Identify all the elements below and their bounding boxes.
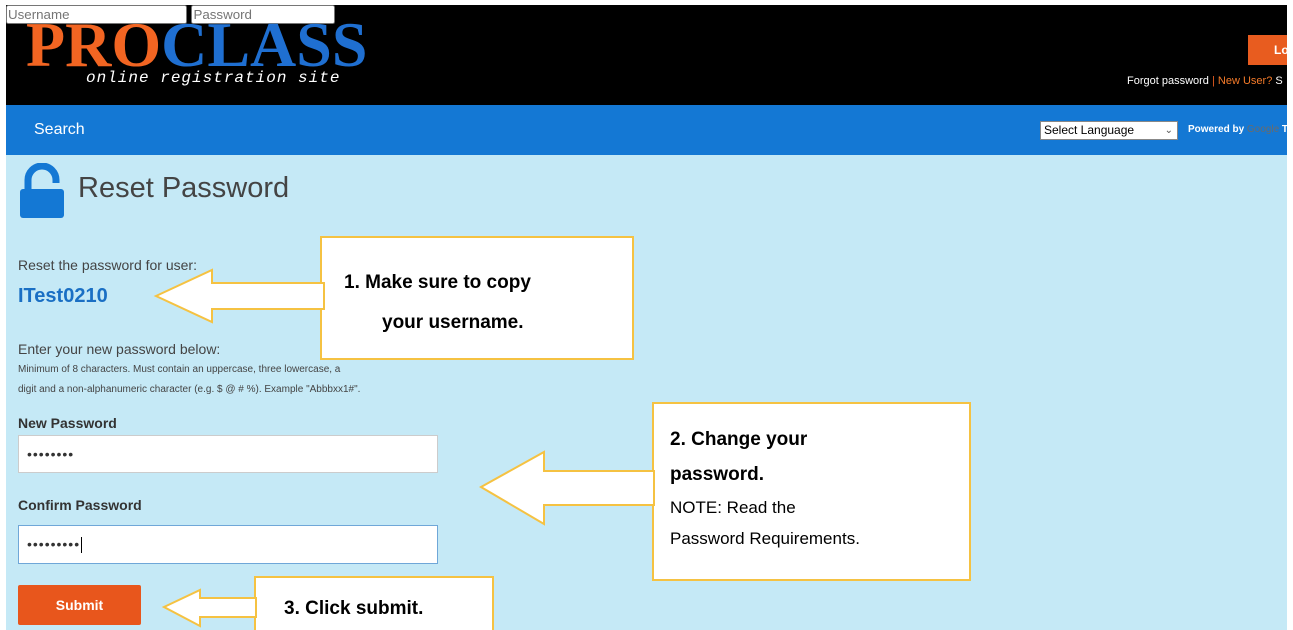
- proclass-logo[interactable]: PROCLASS online registration site: [26, 13, 426, 93]
- callout-2-line1: 2. Change your: [670, 429, 808, 450]
- callout-2-line2: password.: [670, 464, 764, 485]
- confirm-password-label: Confirm Password: [18, 497, 142, 513]
- chevron-down-icon: ⌄: [1164, 125, 1173, 136]
- forgot-password-link[interactable]: Forgot password: [1127, 75, 1209, 87]
- language-select[interactable]: Select Language ⌄: [1040, 121, 1178, 140]
- language-select-value: Select Language: [1044, 123, 1135, 137]
- callout-click-submit: 3. Click submit.: [254, 576, 494, 630]
- enter-password-label: Enter your new password below:: [18, 341, 221, 357]
- callout-2-line4: Password Requirements.: [670, 529, 860, 548]
- logo-wordmark: PROCLASS: [26, 13, 367, 77]
- callout-1-line1: 1. Make sure to copy: [344, 272, 531, 293]
- powered-by-truncated: T: [1281, 124, 1287, 135]
- callout-1-line2: your username.: [382, 312, 524, 333]
- new-password-label: New Password: [18, 415, 117, 431]
- powered-by-google: Powered by Google T: [1188, 124, 1287, 135]
- top-header: PROCLASS online registration site Lo For…: [6, 5, 1287, 105]
- submit-button[interactable]: Submit: [18, 585, 141, 625]
- reset-username: ITest0210: [18, 285, 108, 307]
- password-requirements-line1: Minimum of 8 characters. Must contain an…: [18, 364, 341, 375]
- page-title: Reset Password: [78, 172, 290, 204]
- new-user-link[interactable]: New User?: [1218, 75, 1272, 87]
- password-requirements-line2: digit and a non-alphanumeric character (…: [18, 384, 361, 395]
- header-links: Forgot password | New User? S: [1127, 75, 1283, 87]
- text-caret: [81, 537, 83, 554]
- new-password-value: ••••••••: [27, 446, 75, 462]
- callout-3-line1: 3. Click submit.: [284, 598, 424, 619]
- nav-bar: Search Select Language ⌄ Powered by Goog…: [6, 105, 1287, 155]
- callout-2-line3: NOTE: Read the: [670, 498, 796, 517]
- link-separator: |: [1208, 75, 1218, 87]
- nav-search-link[interactable]: Search: [34, 121, 85, 139]
- logo-tagline: online registration site: [86, 69, 341, 87]
- login-button[interactable]: Lo: [1248, 35, 1287, 65]
- confirm-password-value: •••••••••: [27, 536, 81, 552]
- browser-viewport: PROCLASS online registration site Lo For…: [6, 5, 1287, 630]
- header-link-truncated[interactable]: S: [1272, 75, 1282, 87]
- confirm-password-field[interactable]: •••••••••: [18, 525, 438, 564]
- reset-user-label: Reset the password for user:: [18, 257, 197, 273]
- callout-change-password: 2. Change your password. NOTE: Read the …: [652, 402, 971, 581]
- callout-copy-username: 1. Make sure to copy your username.: [320, 236, 634, 360]
- unlocked-padlock-icon: [20, 163, 64, 218]
- new-password-field[interactable]: ••••••••: [18, 435, 438, 473]
- powered-by-label: Powered by: [1188, 124, 1247, 135]
- google-logo-text[interactable]: Google: [1247, 124, 1279, 135]
